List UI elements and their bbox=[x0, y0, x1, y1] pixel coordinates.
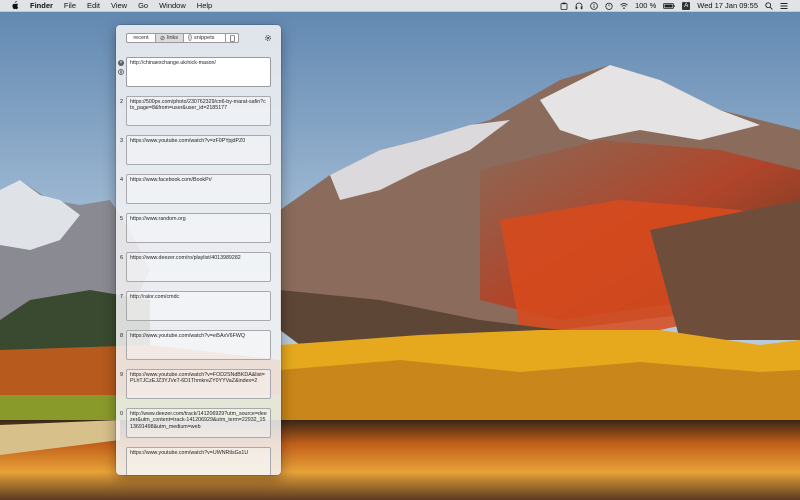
clipboard-icon[interactable] bbox=[560, 2, 568, 10]
entry-text[interactable]: https://www.facebook.com/BookPr/ bbox=[126, 174, 271, 204]
clipboard-entry[interactable]: 0 http://www.deezer.com/track/141206929?… bbox=[116, 408, 281, 440]
phone-icon bbox=[229, 34, 235, 42]
menu-edit[interactable]: Edit bbox=[87, 1, 100, 10]
tab-device[interactable] bbox=[226, 34, 238, 42]
clock[interactable]: Wed 17 Jan 09:55 bbox=[697, 1, 758, 10]
menu-help[interactable]: Help bbox=[197, 1, 212, 10]
clipboard-entry[interactable]: 3 https://www.youtube.com/watch?v=zF0PYp… bbox=[116, 135, 281, 167]
tab-snippets-label: snippets bbox=[194, 35, 215, 41]
status-area: 100 % A Wed 17 Jan 09:55 bbox=[560, 1, 800, 10]
tab-links[interactable]: ⊘ links bbox=[156, 34, 184, 42]
entry-index: 8 bbox=[120, 333, 124, 339]
entry-text[interactable]: https://500px.com/photo/230762329/cn6-by… bbox=[126, 96, 271, 126]
tab-links-label: links bbox=[167, 35, 179, 41]
apple-menu-icon[interactable] bbox=[10, 1, 20, 10]
clipboard-entry[interactable]: 8 https://www.youtube.com/watch?v=ei5AxV… bbox=[116, 330, 281, 362]
entry-text[interactable]: https://www.deezer.com/ro/playlist/40139… bbox=[126, 252, 271, 282]
pin-icon[interactable] bbox=[118, 69, 124, 75]
menu-finder[interactable]: Finder bbox=[30, 1, 53, 10]
input-source-icon[interactable]: A bbox=[682, 1, 691, 10]
timer-icon[interactable] bbox=[605, 2, 613, 10]
clipboard-entry[interactable]: 9 https://www.youtube.com/watch?v=FOD2SN… bbox=[116, 369, 281, 401]
menu-window[interactable]: Window bbox=[159, 1, 186, 10]
clipboard-entry[interactable]: 6 https://www.deezer.com/ro/playlist/401… bbox=[116, 252, 281, 284]
tab-recent-label: recent bbox=[133, 35, 149, 41]
link-icon: ⊘ bbox=[160, 35, 166, 42]
search-icon[interactable] bbox=[765, 1, 773, 10]
entry-index: 4 bbox=[120, 177, 124, 183]
list-icon[interactable] bbox=[780, 2, 788, 10]
clipboard-entry[interactable]: × http://chinaexchange.uk/nick-mason/ bbox=[116, 57, 281, 89]
entry-index: 0 bbox=[120, 411, 124, 417]
info-icon[interactable] bbox=[590, 1, 598, 10]
entry-index: 2 bbox=[120, 99, 124, 105]
menu-file[interactable]: File bbox=[64, 1, 76, 10]
entry-text[interactable]: http://ralor.com/cmdc bbox=[126, 291, 271, 321]
delete-icon[interactable]: × bbox=[118, 60, 124, 66]
menu-bar: Finder File Edit View Go Window Help 100… bbox=[0, 0, 800, 12]
braces-icon: {} bbox=[188, 35, 193, 41]
menu-go[interactable]: Go bbox=[138, 1, 148, 10]
clipboard-entry[interactable]: 4 https://www.facebook.com/BookPr/ bbox=[116, 174, 281, 206]
entry-index: 5 bbox=[120, 216, 124, 222]
entry-text[interactable]: http://chinaexchange.uk/nick-mason/ bbox=[126, 57, 271, 87]
clipboard-entry[interactable]: https://www.youtube.com/watch?v=UWNRtlsG… bbox=[116, 447, 281, 475]
gear-icon[interactable] bbox=[264, 34, 272, 42]
clipboard-panel: recent ⊘ links {} snippets × http://chinae… bbox=[116, 25, 281, 475]
tab-recent[interactable]: recent bbox=[127, 34, 156, 42]
entry-text[interactable]: http://www.deezer.com/track/141206929?ut… bbox=[126, 408, 271, 438]
panel-toolbar: recent ⊘ links {} snippets bbox=[116, 25, 281, 51]
tab-snippets[interactable]: {} snippets bbox=[184, 34, 226, 42]
menu-view[interactable]: View bbox=[111, 1, 127, 10]
entry-text[interactable]: https://www.youtube.com/watch?v=zF0PYpjd… bbox=[126, 135, 271, 165]
entry-text[interactable]: https://www.random.org bbox=[126, 213, 271, 243]
entry-text[interactable]: https://www.youtube.com/watch?v=FOD2SNdB… bbox=[126, 369, 271, 399]
entry-index: 6 bbox=[120, 255, 124, 261]
entry-index: 3 bbox=[120, 138, 124, 144]
entry-index: 9 bbox=[120, 372, 124, 378]
category-tabs: recent ⊘ links {} snippets bbox=[126, 33, 239, 43]
entry-text[interactable]: https://www.youtube.com/watch?v=ei5AxV6F… bbox=[126, 330, 271, 360]
entry-text[interactable]: https://www.youtube.com/watch?v=UWNRtlsG… bbox=[126, 447, 271, 475]
headphones-icon[interactable] bbox=[575, 2, 583, 10]
wifi-icon[interactable] bbox=[620, 2, 628, 10]
clipboard-entry[interactable]: 5 https://www.random.org bbox=[116, 213, 281, 245]
battery-icon[interactable] bbox=[663, 2, 675, 10]
clipboard-entry[interactable]: 7 http://ralor.com/cmdc bbox=[116, 291, 281, 323]
entry-index: 7 bbox=[120, 294, 124, 300]
battery-percent: 100 % bbox=[634, 1, 657, 10]
clipboard-entry[interactable]: 2 https://500px.com/photo/230762329/cn6-… bbox=[116, 96, 281, 128]
